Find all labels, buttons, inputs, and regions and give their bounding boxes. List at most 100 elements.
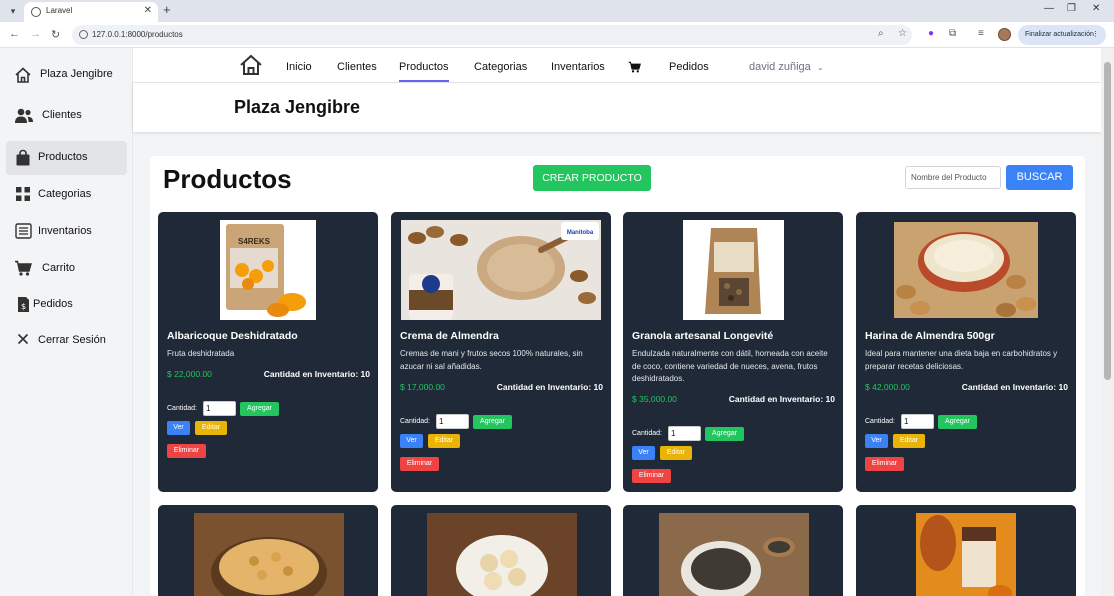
delete-button[interactable]: Eliminar: [865, 457, 904, 471]
add-to-cart-button[interactable]: Agregar: [938, 415, 977, 429]
search-button[interactable]: BUSCAR: [1006, 165, 1073, 190]
edit-button[interactable]: Editar: [195, 421, 227, 435]
product-card: S4REKS Albaricoque Deshidratado Fruta de…: [158, 212, 378, 492]
product-description: Ideal para mantener una dieta baja en ca…: [865, 349, 1058, 371]
sidebar-item-inventarios[interactable]: Inventarios: [6, 215, 127, 249]
product-price: $ 17,000.00: [400, 382, 445, 392]
view-button[interactable]: Ver: [632, 446, 655, 460]
window-close-icon[interactable]: ✕: [1092, 3, 1100, 14]
edit-button[interactable]: Editar: [660, 446, 692, 460]
product-card: [158, 505, 378, 596]
quantity-input[interactable]: [668, 426, 701, 441]
granola-bag-image: [683, 220, 784, 320]
sidebar-item-label: Carrito: [42, 262, 76, 274]
nav-cart-icon[interactable]: [628, 60, 641, 78]
nav-link-categorias[interactable]: Categorias: [474, 61, 527, 73]
dried-apricots-package-image: S4REKS: [220, 220, 316, 320]
create-product-button[interactable]: CREAR PRODUCTO: [533, 165, 651, 191]
product-card: Granola artesanal Longevité Endulzada na…: [623, 212, 843, 492]
delete-button[interactable]: Eliminar: [400, 457, 439, 471]
product-image: [427, 513, 577, 596]
delete-button[interactable]: Eliminar: [632, 469, 671, 483]
edit-button[interactable]: Editar: [893, 434, 925, 448]
browser-tab[interactable]: Laravel ✕: [24, 2, 158, 22]
extension-drop-icon[interactable]: ●: [928, 28, 934, 39]
product-image: Manitoba: [401, 220, 601, 320]
user-name: david zuñiga: [749, 61, 811, 73]
product-stock: Cantidad en Inventario: 10: [961, 382, 1068, 392]
chia-seeds-bowl-image: [659, 513, 809, 596]
header-title: Plaza Jengibre: [234, 97, 361, 117]
sidebar-item-cerrar-sesion[interactable]: Cerrar Sesión: [6, 324, 127, 358]
product-card: [391, 505, 611, 596]
quantity-label: Cantidad:: [167, 405, 197, 412]
user-menu[interactable]: david zuñiga ⌄: [749, 61, 824, 73]
bookmark-star-icon[interactable]: ☆: [898, 28, 907, 39]
users-icon: [14, 107, 33, 125]
sidebar-item-productos[interactable]: Productos: [6, 141, 127, 175]
scrollbar-thumb[interactable]: [1104, 62, 1111, 380]
svg-text:Manitoba: Manitoba: [567, 230, 594, 236]
receipt-icon: $: [14, 296, 32, 314]
add-to-cart-button[interactable]: Agregar: [705, 427, 744, 441]
tab-close-icon[interactable]: ✕: [144, 5, 152, 16]
quantity-input[interactable]: [436, 414, 469, 429]
nav-link-productos[interactable]: Productos: [399, 61, 449, 82]
nav-link-pedidos[interactable]: Pedidos: [669, 61, 709, 73]
page-scrollbar[interactable]: [1101, 48, 1114, 596]
sidebar: Plaza Jengibre Clientes Productos Catego…: [0, 48, 133, 596]
update-button[interactable]: Finalizar actualización ⋮: [1018, 25, 1106, 45]
nav-link-clientes[interactable]: Clientes: [337, 61, 377, 73]
quantity-input[interactable]: [203, 401, 236, 416]
grid-icon: [14, 186, 32, 204]
sidebar-item-label: Inventarios: [38, 225, 92, 237]
tab-title: Laravel: [46, 6, 73, 15]
update-button-label: Finalizar actualización: [1025, 31, 1094, 38]
quantity-input[interactable]: [901, 414, 934, 429]
tab-search-chevron-icon[interactable]: ▾: [6, 4, 20, 18]
add-to-cart-button[interactable]: Agregar: [473, 415, 512, 429]
sidebar-item-carrito[interactable]: Carrito: [6, 252, 127, 286]
peanuts-bowl-image: [194, 513, 344, 596]
product-image: [894, 222, 1038, 318]
zoom-icon[interactable]: ⌕: [878, 28, 884, 39]
home-logo-icon[interactable]: [239, 54, 263, 81]
browser-menu-icon[interactable]: ⋮: [1092, 25, 1099, 45]
page-title: Productos: [163, 164, 292, 194]
product-image: [916, 513, 1016, 596]
view-button[interactable]: Ver: [167, 421, 190, 435]
delete-button[interactable]: Eliminar: [167, 444, 206, 458]
reload-icon[interactable]: ↻: [51, 28, 60, 41]
product-image: [659, 513, 809, 596]
url-field[interactable]: 127.0.0.1:8000/productos ⌕ ☆: [72, 25, 912, 45]
sidebar-item-plaza-jengibre[interactable]: Plaza Jengibre: [6, 58, 127, 92]
extensions-puzzle-icon[interactable]: ⧉: [949, 28, 956, 39]
site-info-icon[interactable]: [79, 30, 88, 39]
product-card: Manitoba Crema de Almendra Cremas de man…: [391, 212, 611, 492]
minimize-icon[interactable]: —: [1044, 3, 1054, 14]
sidebar-item-clientes[interactable]: Clientes: [6, 99, 127, 133]
sidebar-item-label: Clientes: [42, 109, 82, 121]
almond-butter-jar-image: Manitoba: [401, 220, 601, 320]
sidebar-item-label: Productos: [38, 151, 88, 163]
restore-icon[interactable]: ❐: [1067, 3, 1076, 14]
view-button[interactable]: Ver: [865, 434, 888, 448]
house-icon: [14, 66, 32, 84]
sidebar-item-categorias[interactable]: Categorias: [6, 178, 127, 212]
edit-button[interactable]: Editar: [428, 434, 460, 448]
view-button[interactable]: Ver: [400, 434, 423, 448]
new-tab-icon[interactable]: +: [163, 2, 171, 17]
sidebar-item-pedidos[interactable]: $ Pedidos: [6, 288, 127, 322]
cart-icon: [14, 260, 32, 278]
profile-avatar[interactable]: [998, 28, 1011, 41]
add-to-cart-button[interactable]: Agregar: [240, 402, 279, 416]
forward-icon[interactable]: →: [30, 28, 41, 40]
nav-link-inicio[interactable]: Inicio: [286, 61, 312, 73]
product-price: $ 35,000.00: [632, 394, 677, 404]
page-header: Plaza Jengibre: [133, 83, 1101, 132]
media-queue-icon[interactable]: ≡: [978, 28, 984, 39]
search-input[interactable]: [905, 166, 1001, 189]
nav-link-inventarios[interactable]: Inventarios: [551, 61, 605, 73]
back-icon[interactable]: ←: [9, 28, 20, 40]
cacao-chocolate-image: [916, 513, 1016, 596]
